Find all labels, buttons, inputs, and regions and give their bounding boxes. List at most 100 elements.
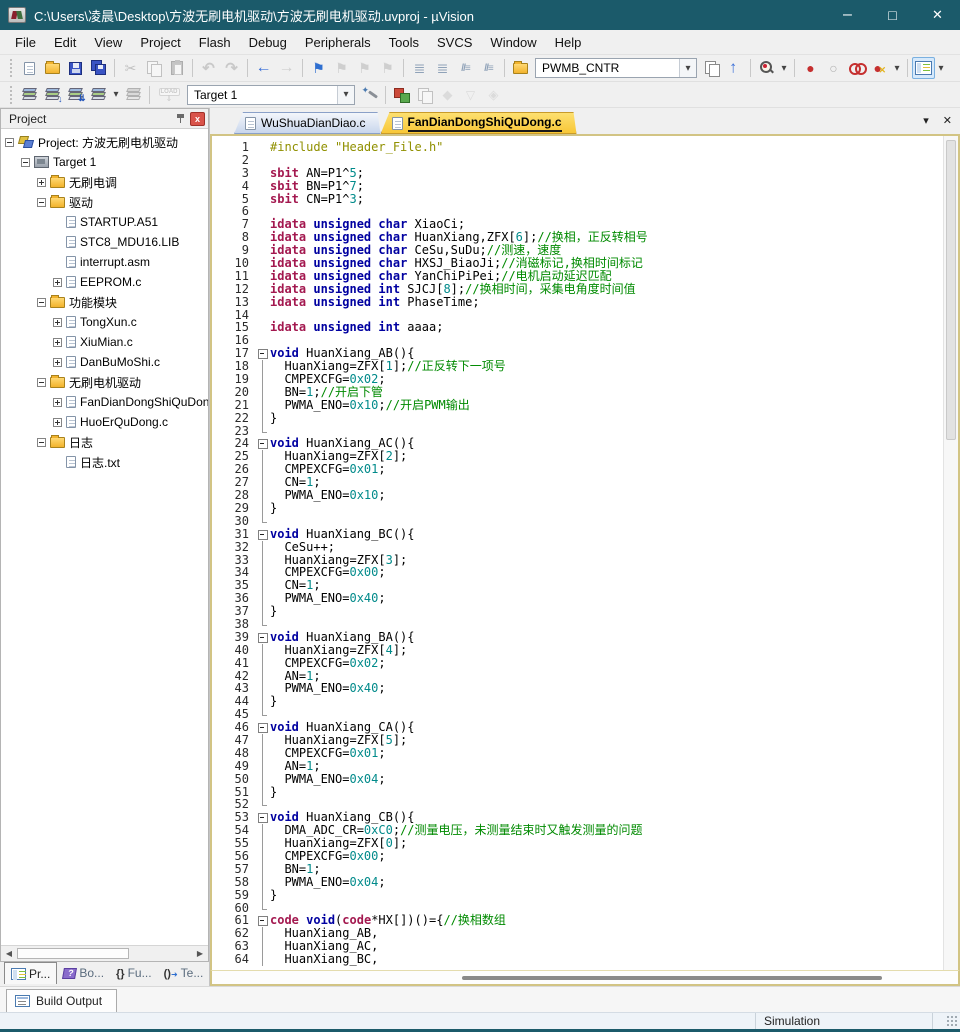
line-number[interactable]: 30 (212, 515, 256, 528)
tree-item[interactable]: DanBuMoShi.c (1, 352, 208, 372)
tree-expand-icon[interactable] (53, 418, 62, 427)
menu-help[interactable]: Help (546, 31, 591, 54)
comment-button[interactable] (454, 57, 477, 79)
line-number[interactable]: 4 (212, 180, 256, 193)
tree-collapse-icon[interactable] (37, 378, 46, 387)
panel-tab-project-window[interactable]: Pr... (4, 962, 57, 984)
line-number[interactable]: 55 (212, 837, 256, 850)
line-number[interactable]: 34 (212, 566, 256, 579)
menu-window[interactable]: Window (481, 31, 545, 54)
target-options-button[interactable] (358, 84, 381, 106)
code-line[interactable]: 41 CMPEXCFG=0x02; (212, 657, 943, 670)
line-number[interactable]: 15 (212, 321, 256, 334)
code-line[interactable]: 36 PWMA_ENO=0x40; (212, 592, 943, 605)
outdent-button[interactable] (431, 57, 454, 79)
line-number[interactable]: 58 (212, 876, 256, 889)
line-number[interactable]: 17 (212, 347, 256, 360)
navigate-forward-button[interactable] (275, 57, 298, 79)
minimize-button[interactable] (825, 0, 870, 30)
editor-vscrollbar[interactable] (943, 136, 958, 970)
bookmark-toggle-button[interactable] (307, 57, 330, 79)
batch-build-button[interactable] (87, 84, 110, 106)
tree-expand-icon[interactable] (53, 398, 62, 407)
maximize-button[interactable] (870, 0, 915, 30)
menu-peripherals[interactable]: Peripherals (296, 31, 380, 54)
tree-collapse-icon[interactable] (37, 438, 46, 447)
line-number[interactable]: 6 (212, 205, 256, 218)
project-panel-hscrollbar[interactable]: ◀ ▶ (1, 945, 208, 961)
line-number[interactable]: 13 (212, 296, 256, 309)
code-line[interactable]: 26 CMPEXCFG=0x01; (212, 463, 943, 476)
disable-all-breakpoints-button[interactable] (868, 57, 891, 79)
tree-item[interactable]: FanDianDongShiQuDong.c (1, 392, 208, 412)
tree-item[interactable]: XiuMian.c (1, 332, 208, 352)
line-number[interactable]: 18 (212, 360, 256, 373)
line-number[interactable]: 50 (212, 773, 256, 786)
tree-expand-icon[interactable] (53, 278, 62, 287)
window-layout-dropdown[interactable] (935, 57, 947, 79)
menu-flash[interactable]: Flash (190, 31, 240, 54)
line-number[interactable]: 9 (212, 244, 256, 257)
line-number[interactable]: 51 (212, 786, 256, 799)
code-line[interactable]: 37} (212, 605, 943, 618)
pin-icon[interactable] (175, 112, 186, 125)
tree-item[interactable]: HuoErQuDong.c (1, 412, 208, 432)
tree-item[interactable]: STARTUP.A51 (1, 212, 208, 232)
line-number[interactable]: 47 (212, 734, 256, 747)
code-line[interactable]: 64 HuanXiang_BC, (212, 953, 943, 966)
incremental-find-button[interactable] (724, 57, 746, 80)
menu-debug[interactable]: Debug (240, 31, 296, 54)
select-packs-button[interactable] (459, 84, 482, 106)
line-number[interactable]: 63 (212, 940, 256, 953)
fold-collapse-icon[interactable] (256, 721, 270, 734)
line-number[interactable]: 48 (212, 747, 256, 760)
code-line[interactable]: 13idata unsigned int PhaseTime; (212, 296, 943, 309)
fold-collapse-icon[interactable] (256, 631, 270, 644)
line-number[interactable]: 39 (212, 631, 256, 644)
build-button[interactable]: ↓ (41, 84, 64, 106)
find-in-files-button[interactable] (509, 57, 532, 79)
line-number[interactable]: 26 (212, 463, 256, 476)
toolbar-grip[interactable] (10, 86, 14, 104)
breakpoint-dropdown[interactable] (891, 57, 903, 79)
save-button[interactable] (64, 57, 87, 79)
tree-item[interactable]: EEPROM.c (1, 272, 208, 292)
line-number[interactable]: 22 (212, 412, 256, 425)
code-line[interactable]: 58 PWMA_ENO=0x04; (212, 876, 943, 889)
code-line[interactable]: 44} (212, 695, 943, 708)
menu-project[interactable]: Project (131, 31, 189, 54)
code-editor[interactable]: 1#include "Header_File.h"23sbit AN=P1^5;… (210, 134, 960, 970)
close-button[interactable] (915, 0, 960, 30)
line-number[interactable]: 5 (212, 193, 256, 206)
paste-button[interactable] (165, 57, 188, 79)
line-number[interactable]: 16 (212, 334, 256, 347)
scrollbar-thumb[interactable] (946, 140, 956, 440)
new-file-button[interactable] (18, 57, 41, 79)
code-line[interactable]: 48 CMPEXCFG=0x01; (212, 747, 943, 760)
target-combobox-dropdown[interactable] (337, 86, 354, 104)
tree-expand-icon[interactable] (53, 318, 62, 327)
tree-item[interactable]: TongXun.c (1, 312, 208, 332)
line-number[interactable]: 3 (212, 167, 256, 180)
project-panel-close-button[interactable]: x (190, 112, 205, 126)
tree-item[interactable]: interrupt.asm (1, 252, 208, 272)
tree-item[interactable]: STC8_MDU16.LIB (1, 232, 208, 252)
menu-tools[interactable]: Tools (380, 31, 428, 54)
fold-collapse-icon[interactable] (256, 528, 270, 541)
uncomment-button[interactable] (477, 57, 500, 79)
line-number[interactable]: 59 (212, 889, 256, 902)
line-number[interactable]: 53 (212, 811, 256, 824)
line-number[interactable]: 41 (212, 657, 256, 670)
software-packs-button[interactable] (436, 84, 459, 106)
line-number[interactable]: 43 (212, 682, 256, 695)
panel-tab-templates[interactable]: Te... (158, 962, 210, 984)
line-number[interactable]: 10 (212, 257, 256, 270)
toggle-breakpoint-button[interactable] (799, 57, 822, 79)
line-number[interactable]: 46 (212, 721, 256, 734)
tree-collapse-icon[interactable] (37, 198, 46, 207)
search-combobox[interactable]: PWMB_CNTR (535, 58, 697, 78)
line-number[interactable]: 35 (212, 579, 256, 592)
line-number[interactable]: 64 (212, 953, 256, 966)
menu-view[interactable]: View (85, 31, 131, 54)
line-number[interactable]: 40 (212, 644, 256, 657)
